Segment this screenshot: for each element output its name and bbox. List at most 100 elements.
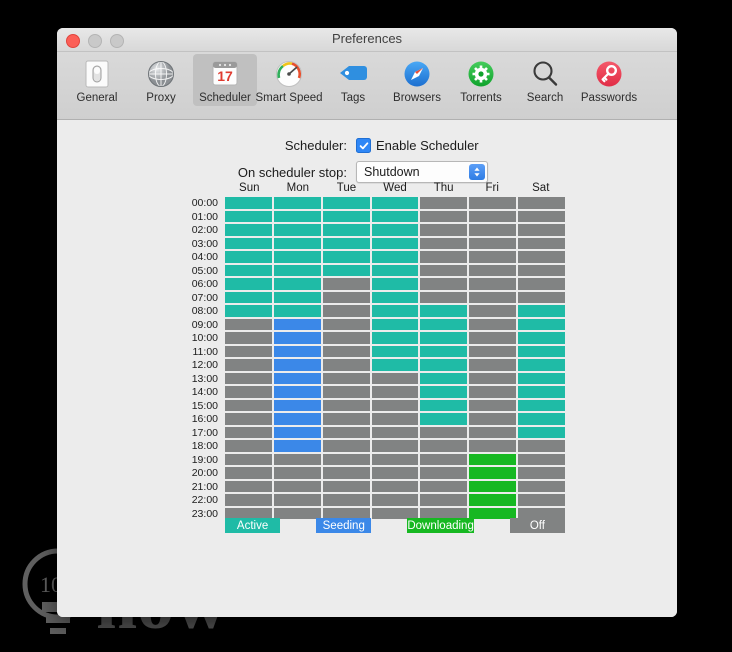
schedule-cell-mon-0700[interactable] (273, 291, 321, 303)
schedule-cell-tue-1700[interactable] (322, 426, 370, 438)
schedule-cell-sun-1300[interactable] (225, 372, 272, 384)
schedule-cell-wed-2100[interactable] (371, 480, 419, 492)
schedule-cell-fri-1800[interactable] (469, 440, 517, 452)
schedule-cell-thu-0800[interactable] (420, 305, 468, 317)
schedule-cell-tue-0800[interactable] (322, 305, 370, 317)
schedule-cell-wed-1300[interactable] (371, 372, 419, 384)
schedule-cell-sat-0500[interactable] (518, 264, 566, 276)
schedule-cell-tue-1400[interactable] (322, 386, 370, 398)
schedule-cell-tue-2000[interactable] (322, 467, 370, 479)
schedule-cell-fri-1500[interactable] (469, 399, 517, 411)
schedule-cell-sat-1300[interactable] (518, 372, 566, 384)
schedule-cell-wed-1900[interactable] (371, 453, 419, 465)
toolbar-item-smart-speed[interactable]: Smart Speed (255, 54, 323, 106)
schedule-cell-mon-0800[interactable] (273, 305, 321, 317)
schedule-cell-sat-1700[interactable] (518, 426, 566, 438)
schedule-cell-thu-0300[interactable] (420, 237, 468, 249)
schedule-cell-fri-1200[interactable] (469, 359, 517, 371)
schedule-cell-sun-2200[interactable] (225, 494, 272, 506)
schedule-cell-fri-0100[interactable] (469, 210, 517, 222)
schedule-cell-thu-1800[interactable] (420, 440, 468, 452)
schedule-cell-mon-0600[interactable] (273, 278, 321, 290)
schedule-cell-sun-2000[interactable] (225, 467, 272, 479)
schedule-cell-tue-0200[interactable] (322, 224, 370, 236)
on-scheduler-stop-select[interactable]: Shutdown (356, 161, 488, 183)
schedule-cell-wed-0600[interactable] (371, 278, 419, 290)
schedule-cell-wed-0100[interactable] (371, 210, 419, 222)
schedule-cell-mon-0500[interactable] (273, 264, 321, 276)
schedule-cell-tue-0400[interactable] (322, 251, 370, 263)
legend-item-seeding[interactable]: Seeding (316, 518, 372, 533)
schedule-cell-mon-1400[interactable] (273, 386, 321, 398)
schedule-cell-wed-1500[interactable] (371, 399, 419, 411)
schedule-cell-wed-0300[interactable] (371, 237, 419, 249)
schedule-cell-wed-0400[interactable] (371, 251, 419, 263)
toolbar-item-browsers[interactable]: Browsers (385, 54, 449, 106)
schedule-cell-wed-0500[interactable] (371, 264, 419, 276)
schedule-cell-fri-1000[interactable] (469, 332, 517, 344)
schedule-cell-mon-2200[interactable] (273, 494, 321, 506)
schedule-cell-sat-1100[interactable] (518, 345, 566, 357)
schedule-cell-sun-1800[interactable] (225, 440, 272, 452)
schedule-cell-sun-1600[interactable] (225, 413, 272, 425)
schedule-cell-mon-1500[interactable] (273, 399, 321, 411)
schedule-cell-sat-1500[interactable] (518, 399, 566, 411)
schedule-cell-mon-2100[interactable] (273, 480, 321, 492)
schedule-cell-mon-1000[interactable] (273, 332, 321, 344)
schedule-cell-wed-1600[interactable] (371, 413, 419, 425)
schedule-cell-thu-1400[interactable] (420, 386, 468, 398)
schedule-cell-thu-2200[interactable] (420, 494, 468, 506)
schedule-cell-wed-1000[interactable] (371, 332, 419, 344)
schedule-cell-sat-0400[interactable] (518, 251, 566, 263)
schedule-cell-sat-1800[interactable] (518, 440, 566, 452)
schedule-cell-sat-1900[interactable] (518, 453, 566, 465)
schedule-cell-fri-1100[interactable] (469, 345, 517, 357)
schedule-cell-sun-0300[interactable] (225, 237, 272, 249)
schedule-cell-fri-2000[interactable] (469, 467, 517, 479)
schedule-cell-thu-1000[interactable] (420, 332, 468, 344)
schedule-cell-mon-0300[interactable] (273, 237, 321, 249)
schedule-cell-thu-0900[interactable] (420, 318, 468, 330)
schedule-cell-sun-0500[interactable] (225, 264, 272, 276)
schedule-cell-thu-0600[interactable] (420, 278, 468, 290)
schedule-cell-fri-1900[interactable] (469, 453, 517, 465)
schedule-cell-fri-0800[interactable] (469, 305, 517, 317)
schedule-cell-wed-1700[interactable] (371, 426, 419, 438)
schedule-cell-sun-0800[interactable] (225, 305, 272, 317)
schedule-cell-sun-0100[interactable] (225, 210, 272, 222)
schedule-cell-wed-2000[interactable] (371, 467, 419, 479)
schedule-cell-sun-1000[interactable] (225, 332, 272, 344)
toolbar-item-general[interactable]: General (65, 54, 129, 106)
schedule-cell-mon-1800[interactable] (273, 440, 321, 452)
schedule-cell-fri-2200[interactable] (469, 494, 517, 506)
schedule-cell-sun-1400[interactable] (225, 386, 272, 398)
schedule-cell-fri-0400[interactable] (469, 251, 517, 263)
schedule-cell-wed-1200[interactable] (371, 359, 419, 371)
schedule-cell-sun-0000[interactable] (225, 197, 272, 209)
schedule-cell-mon-0900[interactable] (273, 318, 321, 330)
schedule-cell-tue-0300[interactable] (322, 237, 370, 249)
schedule-cell-mon-2000[interactable] (273, 467, 321, 479)
schedule-cell-fri-0700[interactable] (469, 291, 517, 303)
schedule-cell-sun-0900[interactable] (225, 318, 272, 330)
schedule-cell-tue-0100[interactable] (322, 210, 370, 222)
schedule-cell-mon-1200[interactable] (273, 359, 321, 371)
schedule-cell-thu-0200[interactable] (420, 224, 468, 236)
toolbar-item-proxy[interactable]: Proxy (129, 54, 193, 106)
schedule-cell-mon-1300[interactable] (273, 372, 321, 384)
schedule-cell-sun-1100[interactable] (225, 345, 272, 357)
schedule-cell-mon-1600[interactable] (273, 413, 321, 425)
schedule-cell-tue-0600[interactable] (322, 278, 370, 290)
schedule-cell-sat-1400[interactable] (518, 386, 566, 398)
schedule-cell-fri-1300[interactable] (469, 372, 517, 384)
schedule-cell-thu-0400[interactable] (420, 251, 468, 263)
schedule-cell-sat-0800[interactable] (518, 305, 566, 317)
schedule-cell-tue-0000[interactable] (322, 197, 370, 209)
schedule-cell-sun-0700[interactable] (225, 291, 272, 303)
schedule-cell-sat-2200[interactable] (518, 494, 566, 506)
schedule-cell-thu-2000[interactable] (420, 467, 468, 479)
schedule-cell-wed-1100[interactable] (371, 345, 419, 357)
schedule-cell-wed-0200[interactable] (371, 224, 419, 236)
schedule-cell-thu-1300[interactable] (420, 372, 468, 384)
schedule-cell-mon-1900[interactable] (273, 453, 321, 465)
